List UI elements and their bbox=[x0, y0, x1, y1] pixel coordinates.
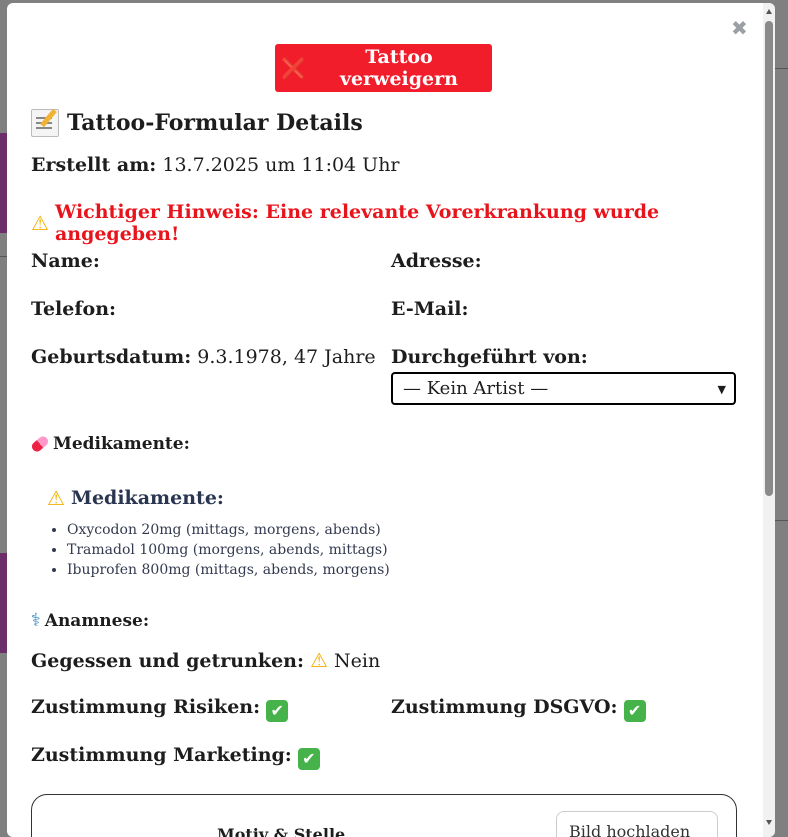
name-row: Name: bbox=[31, 250, 100, 272]
consent-risks-row: Zustimmung Risiken: ✔ bbox=[31, 696, 289, 722]
check-mark-icon: ✔ bbox=[297, 748, 320, 770]
cross-mark-icon: ❌ bbox=[281, 56, 306, 80]
birth-label: Geburtsdatum: bbox=[31, 346, 192, 368]
background-thumbnail bbox=[0, 133, 7, 233]
stethoscope-icon: ⚕ bbox=[31, 610, 41, 631]
reject-tattoo-button[interactable]: ❌ Tattoo verweigern bbox=[275, 44, 492, 92]
performed-by-label: Durchgeführt von: bbox=[391, 346, 588, 368]
created-label: Erstellt am: bbox=[31, 154, 157, 176]
consent-marketing-row: Zustimmung Marketing: ✔ bbox=[31, 744, 320, 770]
memo-icon bbox=[31, 109, 59, 137]
reject-tattoo-label: Tattoo verweigern bbox=[339, 46, 458, 90]
warning-notice: ⚠ Wichtiger Hinweis: Eine relevante Vore… bbox=[31, 201, 775, 245]
anamnesis-section-heading: ⚕ Anamnese: bbox=[31, 610, 149, 631]
scrollbar-thumb[interactable] bbox=[765, 21, 773, 496]
email-row: E-Mail: bbox=[391, 298, 469, 320]
medications-section-label: Medikamente: bbox=[53, 434, 190, 454]
ate-row: Gegessen und getrunken: ⚠ Nein bbox=[31, 648, 380, 672]
warning-icon: ⚠ bbox=[310, 648, 328, 672]
pill-icon bbox=[29, 434, 51, 454]
address-label: Adresse: bbox=[391, 250, 482, 272]
modal-title-text: Tattoo-Formular Details bbox=[67, 110, 363, 136]
check-mark-icon: ✔ bbox=[623, 700, 646, 722]
list-item: Ibuprofen 800mg (mittags, abends, morgen… bbox=[67, 562, 390, 578]
check-mark-icon: ✔ bbox=[266, 700, 289, 722]
address-row: Adresse: bbox=[391, 250, 482, 272]
background-thumbnail bbox=[0, 553, 7, 653]
close-icon[interactable]: ✖ bbox=[731, 18, 748, 38]
email-label: E-Mail: bbox=[391, 298, 469, 320]
phone-row: Telefon: bbox=[31, 298, 116, 320]
warning-icon: ⚠ bbox=[31, 211, 49, 235]
scroll-up-icon[interactable] bbox=[766, 9, 772, 14]
background-divider bbox=[0, 256, 7, 257]
background-divider bbox=[775, 520, 788, 521]
medications-section-heading: Medikamente: bbox=[29, 434, 190, 454]
warning-icon: ⚠ bbox=[47, 486, 65, 510]
created-row: Erstellt am: 13.7.2025 um 11:04 Uhr bbox=[31, 154, 400, 176]
performed-by-row: Durchgeführt von: bbox=[391, 346, 588, 368]
phone-label: Telefon: bbox=[31, 298, 117, 320]
medications-heading: ⚠ Medikamente: bbox=[47, 486, 224, 510]
warning-text: Wichtiger Hinweis: Eine relevante Vorerk… bbox=[54, 201, 660, 245]
background-divider bbox=[775, 68, 788, 69]
name-label: Name: bbox=[31, 250, 100, 272]
consent-gdpr-label: Zustimmung DSGVO: bbox=[391, 696, 618, 718]
modal-title: Tattoo-Formular Details bbox=[31, 109, 363, 137]
consent-risks-label: Zustimmung Risiken: bbox=[31, 696, 261, 718]
motif-card-label: Motiv & Stelle bbox=[217, 825, 346, 837]
upload-image-button[interactable]: Bild hochladen bbox=[556, 811, 718, 837]
medications-heading-text: Medikamente: bbox=[70, 487, 224, 509]
created-value: 13.7.2025 um 11:04 Uhr bbox=[162, 154, 400, 176]
scroll-down-icon[interactable] bbox=[766, 820, 772, 825]
birth-row: Geburtsdatum: 9.3.1978, 47 Jahre bbox=[31, 346, 376, 368]
birth-value: 9.3.1978, 47 Jahre bbox=[197, 346, 376, 368]
consent-gdpr-row: Zustimmung DSGVO: ✔ bbox=[391, 696, 646, 722]
consent-marketing-label: Zustimmung Marketing: bbox=[31, 744, 292, 766]
ate-value: Nein bbox=[334, 650, 381, 672]
list-item: Oxycodon 20mg (mittags, morgens, abends) bbox=[67, 522, 390, 538]
artist-select[interactable]: — Kein Artist — ▼ bbox=[391, 372, 736, 405]
form-details-modal: ✖ ❌ Tattoo verweigern Tattoo-Formular De… bbox=[7, 3, 775, 837]
artist-select-value: — Kein Artist — bbox=[403, 378, 549, 399]
chevron-down-icon: ▼ bbox=[717, 383, 726, 396]
medication-list: Oxycodon 20mg (mittags, morgens, abends)… bbox=[67, 522, 390, 582]
anamnesis-section-label: Anamnese: bbox=[44, 610, 150, 631]
list-item: Tramadol 100mg (morgens, abends, mittags… bbox=[67, 542, 390, 558]
ate-label: Gegessen und getrunken: bbox=[31, 650, 304, 672]
